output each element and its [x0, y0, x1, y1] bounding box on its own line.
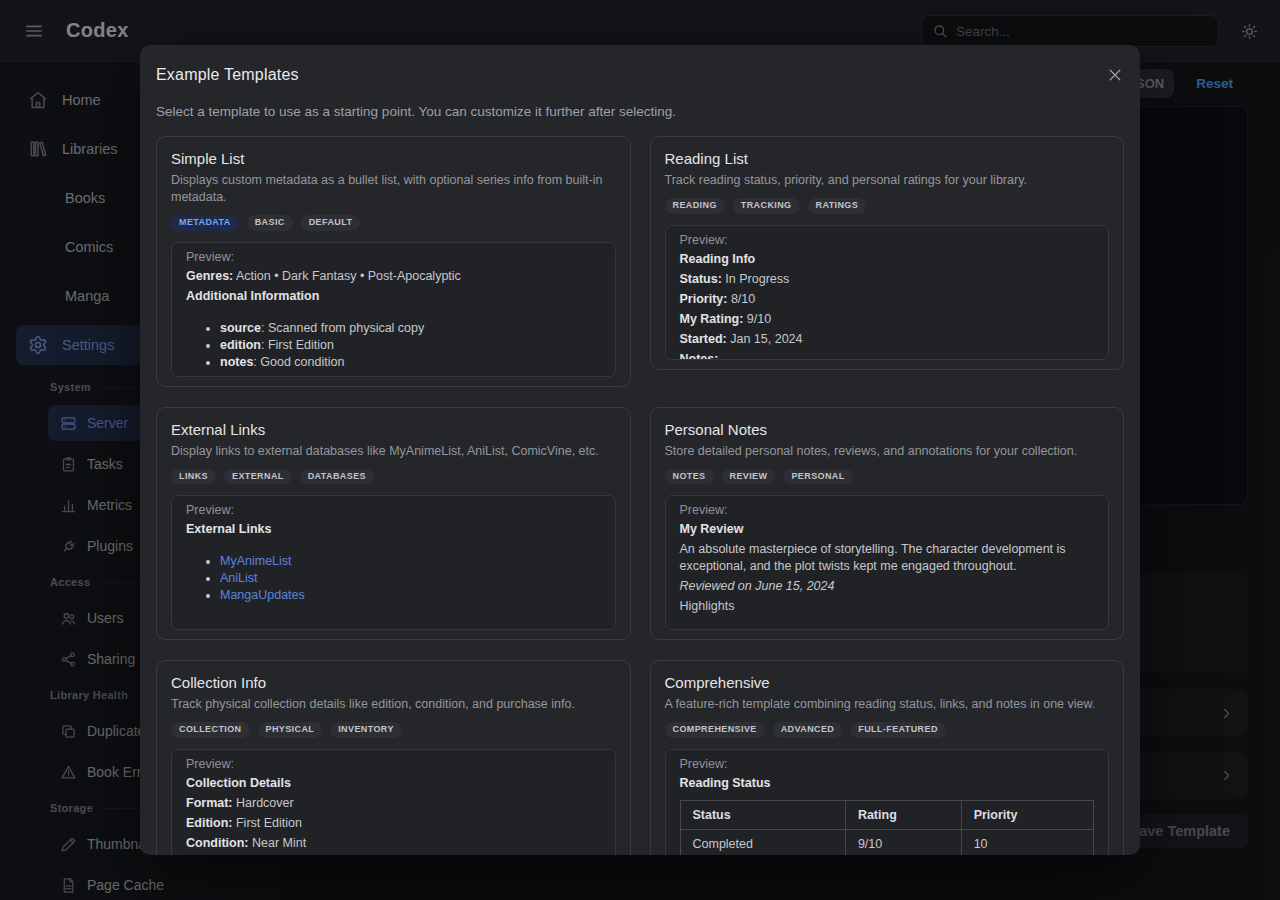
template-tags: COLLECTION PHYSICAL INVENTORY — [171, 722, 616, 738]
template-description: Store detailed personal notes, reviews, … — [665, 443, 1110, 460]
preview-field: My Rating: 9/10 — [680, 311, 1095, 328]
template-name: Reading List — [665, 149, 1110, 168]
preview-field: Condition: Near Mint — [186, 835, 601, 852]
preview-bullet: notes: Good condition — [220, 354, 601, 371]
preview-bullet: edition: First Edition — [220, 337, 601, 354]
template-tag: TRACKING — [733, 198, 800, 214]
preview-table-header: Priority — [961, 800, 1093, 829]
template-preview: Preview: Genres: Action • Dark Fantasy •… — [171, 242, 616, 377]
preview-link[interactable]: MyAnimeList — [220, 554, 292, 568]
template-tags: METADATA BASIC DEFAULT — [171, 215, 616, 231]
template-grid: Simple List Displays custom metadata as … — [156, 136, 1124, 855]
template-preview: Preview: Reading Info Status: In Progress… — [665, 225, 1110, 360]
template-description: Track reading status, priority, and pers… — [665, 172, 1110, 189]
preview-heading: Reading Status — [680, 775, 1095, 792]
template-tags: COMPREHENSIVE ADVANCED FULL-FEATURED — [665, 722, 1110, 738]
preview-link[interactable]: AniList — [220, 571, 258, 585]
preview-link[interactable]: MangaUpdates — [220, 588, 305, 602]
preview-field: Format: Hardcover — [186, 795, 601, 812]
template-name: External Links — [171, 420, 616, 439]
template-description: Displays custom metadata as a bullet lis… — [171, 172, 616, 206]
preview-table-cell: Completed — [680, 829, 845, 855]
template-preview: Preview: External Links MyAnimeList AniLis… — [171, 495, 616, 630]
template-tags: READING TRACKING RATINGS — [665, 198, 1110, 214]
preview-text: Highlights — [680, 598, 1095, 615]
template-tags: LINKS EXTERNAL DATABASES — [171, 469, 616, 485]
template-tag: READING — [665, 198, 725, 214]
dialog-subtitle: Select a template to use as a starting p… — [156, 104, 1124, 119]
template-tag: NOTES — [665, 469, 714, 485]
template-card-reading-list[interactable]: Reading List Track reading status, prior… — [650, 136, 1125, 370]
preview-field: Purchased: Nov 20, 2023 — [186, 855, 601, 856]
template-description: Display links to external databases like… — [171, 443, 616, 460]
preview-field: Notes: — [680, 351, 1095, 360]
template-tag: ADVANCED — [773, 722, 843, 738]
example-templates-dialog: Example Templates Select a template to u… — [140, 45, 1140, 855]
template-tag: COMPREHENSIVE — [665, 722, 765, 738]
template-tags: NOTES REVIEW PERSONAL — [665, 469, 1110, 485]
close-icon[interactable] — [1106, 66, 1124, 84]
template-tag: BASIC — [247, 215, 293, 231]
preview-field: Started: Jan 15, 2024 — [680, 331, 1095, 348]
template-tag: FULL-FEATURED — [850, 722, 946, 738]
preview-heading: External Links — [186, 521, 601, 538]
preview-table-row: Completed9/1010 — [680, 829, 1094, 855]
preview-label: Preview: — [186, 756, 601, 772]
template-name: Comprehensive — [665, 673, 1110, 692]
template-name: Simple List — [171, 149, 616, 168]
template-tag: DEFAULT — [301, 215, 361, 231]
template-tag: PHYSICAL — [258, 722, 323, 738]
preview-field: Genres: Action • Dark Fantasy • Post-Apo… — [186, 268, 601, 285]
preview-heading: Reading Info — [680, 251, 1095, 268]
template-name: Collection Info — [171, 673, 616, 692]
preview-link-item: MyAnimeList — [220, 553, 601, 570]
template-tag: METADATA — [171, 215, 239, 231]
preview-link-list: MyAnimeList AniList MangaUpdates — [186, 553, 601, 604]
preview-field: Priority: 8/10 — [680, 291, 1095, 308]
preview-bullet-list: source: Scanned from physical copyeditio… — [186, 320, 601, 371]
preview-field: Status: In Progress — [680, 271, 1095, 288]
preview-label: Preview: — [680, 502, 1095, 518]
preview-heading: Additional Information — [186, 288, 601, 305]
template-card-comprehensive[interactable]: Comprehensive A feature-rich template co… — [650, 660, 1125, 855]
template-tag: EXTERNAL — [224, 469, 292, 485]
dialog-title: Example Templates — [156, 66, 299, 84]
preview-label: Preview: — [186, 502, 601, 518]
template-card-collection-info[interactable]: Collection Info Track physical collectio… — [156, 660, 631, 855]
template-preview: Preview: Reading Status StatusRatingPrior… — [665, 749, 1110, 856]
template-tag: PERSONAL — [783, 469, 852, 485]
preview-table-header: Rating — [845, 800, 961, 829]
template-tag: LINKS — [171, 469, 216, 485]
preview-field: Edition: First Edition — [186, 815, 601, 832]
template-tag: REVIEW — [722, 469, 776, 485]
template-tag: INVENTORY — [330, 722, 402, 738]
preview-text: An absolute masterpiece of storytelling.… — [680, 541, 1095, 575]
preview-label: Preview: — [680, 756, 1095, 772]
preview-text-italic: Reviewed on June 15, 2024 — [680, 578, 1095, 595]
preview-bullet: source: Scanned from physical copy — [220, 320, 601, 337]
preview-table-cell: 9/10 — [845, 829, 961, 855]
preview-link-item: AniList — [220, 570, 601, 587]
preview-table-header: Status — [680, 800, 845, 829]
template-card-external-links[interactable]: External Links Display links to external… — [156, 407, 631, 641]
template-tag: RATINGS — [808, 198, 867, 214]
template-preview: Preview: Collection Details Format: Hardc… — [171, 749, 616, 856]
template-name: Personal Notes — [665, 420, 1110, 439]
template-card-personal-notes[interactable]: Personal Notes Store detailed personal n… — [650, 407, 1125, 641]
preview-heading: Collection Details — [186, 775, 601, 792]
preview-table: StatusRatingPriorityCompleted9/1010 — [680, 800, 1095, 856]
preview-table-cell: 10 — [961, 829, 1093, 855]
preview-link-item: MangaUpdates — [220, 587, 601, 604]
preview-heading: My Review — [680, 521, 1095, 538]
preview-label: Preview: — [186, 249, 601, 265]
template-card-simple-list[interactable]: Simple List Displays custom metadata as … — [156, 136, 631, 387]
preview-label: Preview: — [680, 232, 1095, 248]
template-description: A feature-rich template combining readin… — [665, 696, 1110, 713]
template-description: Track physical collection details like e… — [171, 696, 616, 713]
template-tag: COLLECTION — [171, 722, 250, 738]
template-tag: DATABASES — [300, 469, 374, 485]
template-preview: Preview: My Review An absolute masterpiec… — [665, 495, 1110, 630]
